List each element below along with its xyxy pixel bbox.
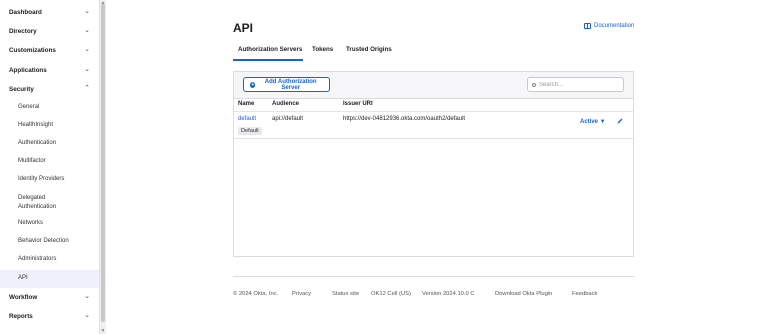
tab-authorization-servers[interactable]: Authorization Servers [238, 46, 302, 53]
footer-privacy-link[interactable]: Privacy [292, 291, 311, 297]
sidebar-section-applications[interactable]: Applications ⌄ [0, 62, 99, 80]
chevron-down-icon: ⌄ [84, 66, 90, 73]
chevron-down-icon: ⌄ [84, 8, 90, 15]
scrollbar-thumb[interactable] [101, 4, 105, 322]
sidebar-scrollbar[interactable]: ▲ ▼ [99, 0, 106, 334]
server-name-link[interactable]: default [238, 116, 256, 122]
search-icon [532, 82, 536, 87]
sidebar-item-label: Multifactor [18, 158, 46, 164]
sidebar-section-security[interactable]: Security ⌃ [0, 81, 99, 99]
default-badge: Default [238, 127, 262, 135]
sidebar-item-identity-providers[interactable]: Identity Providers [0, 175, 99, 187]
sidebar-item-delegated-authentication[interactable]: Delegated Authentication [0, 193, 99, 213]
sidebar-item-administrators[interactable]: Administrators [0, 255, 99, 267]
documentation-label: Documentation [594, 23, 635, 29]
chevron-down-icon: ⌄ [84, 46, 90, 53]
sidebar-item-networks[interactable]: Networks [0, 219, 99, 231]
documentation-link[interactable]: Documentation [584, 23, 634, 29]
tab-tokens[interactable]: Tokens [312, 46, 333, 53]
search-input[interactable] [539, 81, 619, 88]
issuer-uri-cell: https://dev-04812936.okta.com/oauth2/def… [343, 116, 466, 122]
audience-cell: api://default [272, 116, 304, 122]
footer-divider [233, 276, 634, 277]
sidebar-section-directory[interactable]: Directory ⌄ [0, 23, 99, 41]
chevron-down-icon: ⌄ [84, 27, 90, 34]
authorization-servers-panel: + Add Authorization Server Name Audience… [233, 71, 634, 257]
sidebar-item-label: Administrators [18, 256, 57, 262]
sidebar: Dashboard ⌄ Directory ⌄ Customizations ⌄… [0, 0, 100, 334]
sidebar-item-label: Networks [18, 220, 44, 226]
table-row-divider [234, 138, 633, 139]
panel-toolbar: + Add Authorization Server [234, 72, 633, 99]
footer-status-site-link[interactable]: Status site [332, 291, 359, 297]
sidebar-section-label: Directory [9, 28, 37, 35]
sidebar-section-label: Customizations [9, 47, 56, 54]
sidebar-item-label: HealthInsight [18, 122, 54, 128]
sidebar-section-dashboard[interactable]: Dashboard ⌄ [0, 4, 99, 22]
table-header-divider [234, 111, 633, 112]
main-content: API Documentation Authorization Servers … [106, 0, 768, 334]
footer-feedback-link[interactable]: Feedback [572, 291, 597, 297]
sidebar-item-healthinsight[interactable]: HealthInsight [0, 121, 99, 133]
page-title: API [233, 21, 254, 35]
sidebar-item-multifactor[interactable]: Multifactor [0, 157, 99, 169]
sidebar-section-label: Applications [9, 67, 47, 74]
footer-version: Version 2024.10.0 C [422, 291, 475, 297]
footer-cell-info: OK12 Cell (US) [371, 291, 411, 297]
column-header-name: Name [238, 101, 255, 107]
sidebar-section-label: Reports [9, 313, 33, 320]
sidebar-section-reports[interactable]: Reports ⌄ [0, 308, 99, 326]
add-authorization-server-button[interactable]: + Add Authorization Server [243, 77, 330, 92]
sidebar-item-behavior-detection[interactable]: Behavior Detection [0, 237, 99, 249]
footer-copyright: © 2024 Okta, Inc. [233, 291, 279, 297]
chevron-down-icon: ⌄ [84, 293, 90, 300]
sidebar-item-general[interactable]: General [0, 103, 99, 115]
active-tab-indicator [233, 59, 303, 61]
pencil-icon[interactable] [617, 118, 623, 124]
column-header-audience: Audience [272, 101, 300, 107]
column-header-issuer-uri: Issuer URI [343, 101, 373, 107]
sidebar-item-label: Authentication [18, 140, 57, 146]
sidebar-section-label: Dashboard [9, 9, 42, 16]
sidebar-item-label: Identity Providers [18, 176, 65, 182]
sidebar-item-authentication[interactable]: Authentication [0, 139, 99, 151]
sidebar-section-workflow[interactable]: Workflow ⌄ [0, 289, 99, 307]
chevron-up-icon: ⌃ [84, 85, 90, 92]
sidebar-item-label: General [18, 104, 40, 110]
plus-icon: + [250, 81, 256, 88]
add-button-label: Add Authorization Server [264, 78, 317, 91]
sidebar-section-customizations[interactable]: Customizations ⌄ [0, 42, 99, 60]
sidebar-item-api[interactable]: API [0, 270, 99, 288]
sidebar-item-label: Behavior Detection [18, 238, 69, 244]
footer-download-plugin-link[interactable]: Download Okta Plugin [495, 291, 552, 297]
sidebar-section-label: Workflow [9, 294, 38, 301]
search-field[interactable] [527, 77, 624, 92]
sidebar-item-label: API [18, 275, 28, 281]
sidebar-item-label: Delegated Authentication [18, 195, 57, 210]
chevron-down-icon: ⌄ [84, 312, 90, 319]
sidebar-section-label: Security [9, 86, 34, 93]
book-icon [584, 23, 591, 29]
tab-trusted-origins[interactable]: Trusted Origins [346, 46, 392, 53]
status-dropdown[interactable]: Active ▼ [580, 119, 606, 125]
